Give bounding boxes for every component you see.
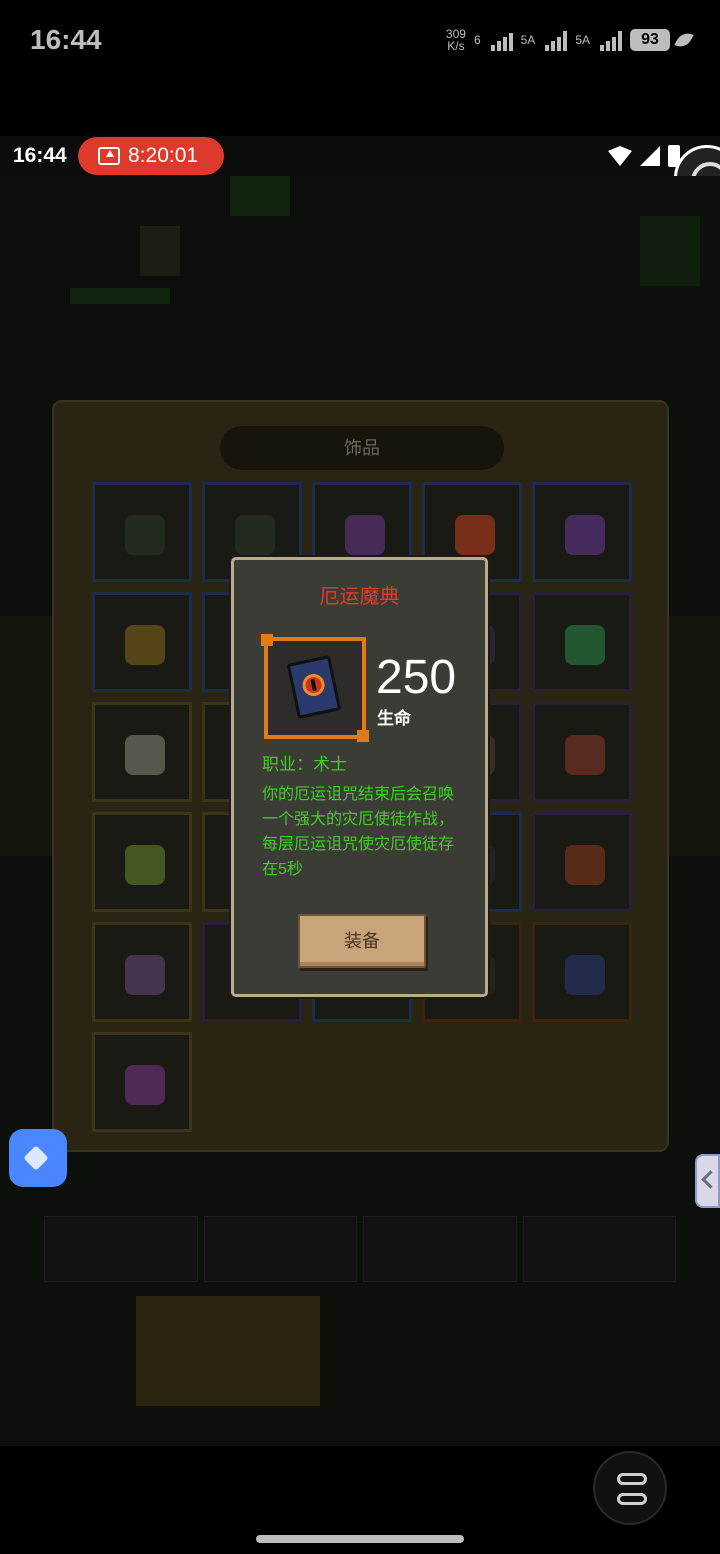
background-decoration xyxy=(70,288,170,304)
background-decoration xyxy=(230,176,290,216)
accessory-icon xyxy=(125,515,165,555)
background-tab xyxy=(363,1216,517,1282)
tome-eye-icon xyxy=(300,671,327,699)
leaf-icon xyxy=(674,29,694,51)
sim1-label: 5A xyxy=(520,33,536,47)
doom-tome-icon xyxy=(286,655,342,719)
recording-bar: 16:44 8:20:01 xyxy=(0,136,720,176)
item-name: 厄运魔典 xyxy=(319,586,400,608)
recording-bar-time: 16:44 xyxy=(13,144,67,167)
background-decoration xyxy=(640,216,700,286)
item-stat-value: 250 xyxy=(376,651,457,704)
item-description: 你的厄运诅咒结束后会召唤一个强大的灾厄使徒作战，每层厄运诅咒使灾厄使徒存在5秒 xyxy=(262,786,455,878)
background-tab xyxy=(203,1216,357,1282)
signal-icon xyxy=(600,29,622,51)
home-indicator[interactable] xyxy=(256,1535,464,1543)
wifi-icon xyxy=(608,146,632,166)
side-drawer-handle[interactable] xyxy=(695,1154,720,1208)
menu-toggle-button[interactable] xyxy=(593,1451,667,1525)
accessory-icon xyxy=(565,845,605,885)
screen-record-icon xyxy=(98,147,120,165)
battery-icon: 93 xyxy=(630,29,670,51)
item-class-requirement: 职业：术士 xyxy=(262,755,347,774)
accessory-icon xyxy=(125,845,165,885)
equip-button[interactable]: 装备 xyxy=(298,914,426,968)
accessory-icon xyxy=(565,515,605,555)
wifi-icon xyxy=(490,29,513,51)
floating-tool-button[interactable] xyxy=(9,1129,67,1187)
inventory-slot[interactable] xyxy=(92,702,192,802)
item-stat-label: 生命 xyxy=(377,709,411,728)
accessory-icon xyxy=(455,515,495,555)
system-indicators: 309 K/s 6 5A 5A 93 xyxy=(446,28,694,52)
background-decoration xyxy=(669,616,720,856)
inventory-title: 饰品 xyxy=(220,426,504,470)
accessory-icon xyxy=(345,515,385,555)
item-detail-popup: 厄运魔典 250 生命 职业：术士 你的厄运诅咒结束后会召唤一个强大的灾厄使徒作… xyxy=(231,557,488,997)
toggle-icon-top xyxy=(617,1473,647,1485)
recording-bar-indicators xyxy=(608,145,680,167)
inventory-slot[interactable] xyxy=(532,592,632,692)
inventory-slot[interactable] xyxy=(92,1032,192,1132)
background-decoration xyxy=(140,226,180,276)
accessory-icon xyxy=(565,735,605,775)
inventory-slot[interactable] xyxy=(532,922,632,1022)
accessory-icon xyxy=(125,1065,165,1105)
recording-elapsed: 8:20:01 xyxy=(128,144,199,167)
background-tab xyxy=(44,1216,198,1282)
background-decoration xyxy=(0,616,52,856)
accessory-icon xyxy=(565,625,605,665)
inventory-slot[interactable] xyxy=(532,702,632,802)
sim2-label: 5A xyxy=(575,33,590,47)
system-time: 16:44 xyxy=(30,24,102,55)
screen-record-pill[interactable]: 8:20:01 xyxy=(78,137,224,175)
inventory-slot[interactable] xyxy=(92,922,192,1022)
network-speed: 309 K/s xyxy=(446,28,466,52)
inventory-slot[interactable] xyxy=(92,812,192,912)
toggle-icon-bottom xyxy=(617,1493,647,1505)
accessory-icon xyxy=(565,955,605,995)
system-status-bar: 16:44 309 K/s 6 5A 5A 93 xyxy=(0,0,720,84)
background-tab xyxy=(522,1216,676,1282)
inventory-slot[interactable] xyxy=(532,812,632,912)
wifi-label: 6 xyxy=(473,33,481,47)
accessory-icon xyxy=(125,735,165,775)
background-tabs xyxy=(44,1216,676,1282)
accessory-icon xyxy=(125,955,165,995)
background-bottom-nav xyxy=(0,1296,720,1416)
inventory-slot[interactable] xyxy=(92,592,192,692)
item-icon-frame xyxy=(261,634,369,742)
network-speed-unit: K/s xyxy=(447,39,465,53)
inventory-slot[interactable] xyxy=(532,482,632,582)
signal-icon xyxy=(545,29,568,51)
inventory-slot[interactable] xyxy=(92,482,192,582)
accessory-icon xyxy=(235,515,275,555)
cellular-icon xyxy=(640,146,660,166)
accessory-icon xyxy=(125,625,165,665)
background-nav-active xyxy=(136,1296,320,1406)
